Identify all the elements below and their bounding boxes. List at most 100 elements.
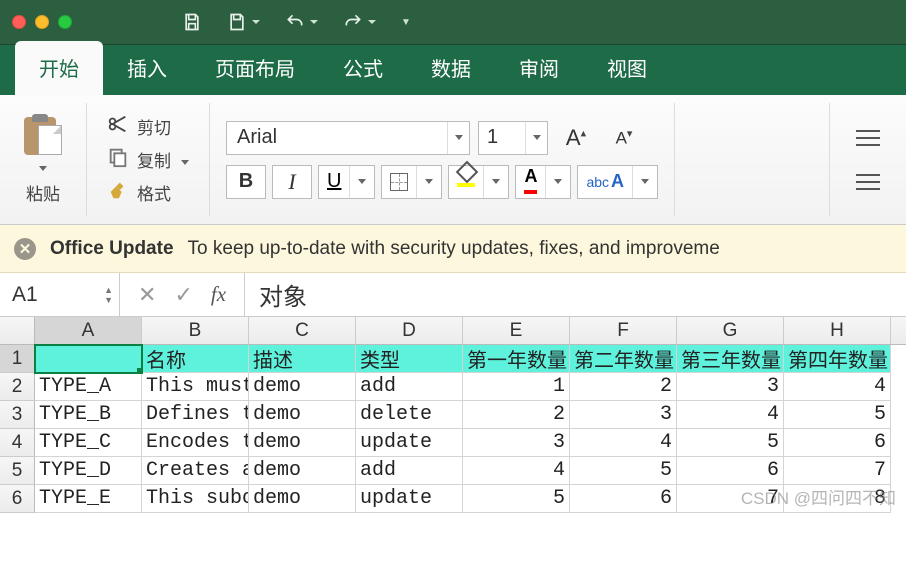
cell[interactable]: delete: [356, 401, 463, 429]
cell[interactable]: [35, 345, 142, 373]
cell[interactable]: TYPE_A: [35, 373, 142, 401]
cell[interactable]: 1: [463, 373, 570, 401]
cell[interactable]: 第一年数量: [463, 345, 570, 373]
cell[interactable]: 5: [570, 457, 677, 485]
undo-button[interactable]: [285, 12, 318, 32]
cell[interactable]: 7: [784, 457, 891, 485]
cell[interactable]: 4: [570, 429, 677, 457]
cell[interactable]: update: [356, 429, 463, 457]
tab-view[interactable]: 视图: [583, 41, 671, 95]
row-header[interactable]: 6: [0, 485, 35, 513]
cell[interactable]: 3: [677, 373, 784, 401]
font-color-button[interactable]: A: [515, 165, 571, 199]
row-header[interactable]: 4: [0, 429, 35, 457]
font-name-select[interactable]: Arial: [226, 121, 470, 155]
cell[interactable]: 3: [463, 429, 570, 457]
font-size-select[interactable]: 1: [478, 121, 548, 155]
cell[interactable]: add: [356, 373, 463, 401]
align-menu-button[interactable]: [848, 121, 888, 155]
accept-formula-button[interactable]: ✓: [174, 282, 192, 308]
cell[interactable]: demo: [249, 429, 356, 457]
cell[interactable]: 第二年数量: [570, 345, 677, 373]
cell[interactable]: 4: [784, 373, 891, 401]
cell[interactable]: demo: [249, 373, 356, 401]
cell[interactable]: This must: [142, 373, 249, 401]
col-header-G[interactable]: G: [677, 317, 784, 344]
col-header-F[interactable]: F: [570, 317, 677, 344]
cell[interactable]: 6: [677, 457, 784, 485]
italic-button[interactable]: I: [272, 165, 312, 199]
cell[interactable]: This subc: [142, 485, 249, 513]
close-window-button[interactable]: [12, 15, 26, 29]
underline-button[interactable]: U: [318, 165, 375, 199]
name-box-stepper[interactable]: ▲▼: [104, 286, 113, 304]
cell[interactable]: 第三年数量: [677, 345, 784, 373]
fx-icon[interactable]: fx: [211, 282, 226, 307]
cell[interactable]: 5: [677, 429, 784, 457]
cut-button[interactable]: 剪切: [107, 113, 189, 140]
cell[interactable]: 类型: [356, 345, 463, 373]
zoom-window-button[interactable]: [58, 15, 72, 29]
tab-formulas[interactable]: 公式: [319, 41, 407, 95]
copy-dropdown[interactable]: [181, 150, 189, 170]
tab-home[interactable]: 开始: [15, 41, 103, 95]
format-painter-button[interactable]: 格式: [107, 179, 189, 206]
cell[interactable]: demo: [249, 457, 356, 485]
decrease-font-button[interactable]: A▾: [604, 121, 644, 155]
formula-input[interactable]: 对象: [245, 273, 906, 316]
save-icon[interactable]: [182, 12, 202, 32]
col-header-H[interactable]: H: [784, 317, 891, 344]
qat-customize[interactable]: ▼: [401, 17, 411, 28]
cell[interactable]: Defines t: [142, 401, 249, 429]
row-header[interactable]: 5: [0, 457, 35, 485]
cell[interactable]: 3: [570, 401, 677, 429]
col-header-C[interactable]: C: [249, 317, 356, 344]
col-header-B[interactable]: B: [142, 317, 249, 344]
cell[interactable]: demo: [249, 485, 356, 513]
col-header-A[interactable]: A: [35, 317, 142, 344]
name-box[interactable]: A1 ▲▼: [0, 273, 120, 316]
cell[interactable]: 4: [463, 457, 570, 485]
row-header[interactable]: 3: [0, 401, 35, 429]
cell[interactable]: 5: [784, 401, 891, 429]
spreadsheet-grid[interactable]: A B C D E F G H 1 名称 描述 类型 第一年数量 第二年数量 第…: [0, 317, 906, 513]
tab-data[interactable]: 数据: [407, 41, 495, 95]
increase-font-button[interactable]: A▴: [556, 121, 596, 155]
cancel-formula-button[interactable]: ✕: [138, 282, 156, 308]
cell[interactable]: 5: [463, 485, 570, 513]
cell[interactable]: TYPE_B: [35, 401, 142, 429]
cell[interactable]: 6: [784, 429, 891, 457]
row-header[interactable]: 1: [0, 345, 35, 373]
cell[interactable]: 6: [570, 485, 677, 513]
save-dropdown[interactable]: [227, 12, 260, 32]
redo-button[interactable]: [343, 12, 376, 32]
cell[interactable]: 第四年数量: [784, 345, 891, 373]
tab-insert[interactable]: 插入: [103, 41, 191, 95]
row-header[interactable]: 2: [0, 373, 35, 401]
copy-button[interactable]: 复制: [107, 146, 189, 173]
align-menu-button-2[interactable]: [848, 165, 888, 199]
cell[interactable]: update: [356, 485, 463, 513]
paste-button[interactable]: 粘贴: [12, 111, 74, 209]
col-header-D[interactable]: D: [356, 317, 463, 344]
cell[interactable]: 4: [677, 401, 784, 429]
cell[interactable]: 8: [784, 485, 891, 513]
cell[interactable]: add: [356, 457, 463, 485]
fill-color-button[interactable]: [448, 165, 509, 199]
tab-review[interactable]: 审阅: [495, 41, 583, 95]
cell[interactable]: 7: [677, 485, 784, 513]
phonetic-button[interactable]: A: [577, 165, 658, 199]
cell[interactable]: TYPE_C: [35, 429, 142, 457]
cell[interactable]: demo: [249, 401, 356, 429]
cell[interactable]: Creates a: [142, 457, 249, 485]
cell[interactable]: 描述: [249, 345, 356, 373]
col-header-E[interactable]: E: [463, 317, 570, 344]
minimize-window-button[interactable]: [35, 15, 49, 29]
bold-button[interactable]: B: [226, 165, 266, 199]
cell[interactable]: 2: [463, 401, 570, 429]
cell[interactable]: 2: [570, 373, 677, 401]
cell[interactable]: Encodes t: [142, 429, 249, 457]
close-notice-button[interactable]: ✕: [14, 238, 36, 260]
tab-layout[interactable]: 页面布局: [191, 41, 319, 95]
border-button[interactable]: [381, 165, 442, 199]
